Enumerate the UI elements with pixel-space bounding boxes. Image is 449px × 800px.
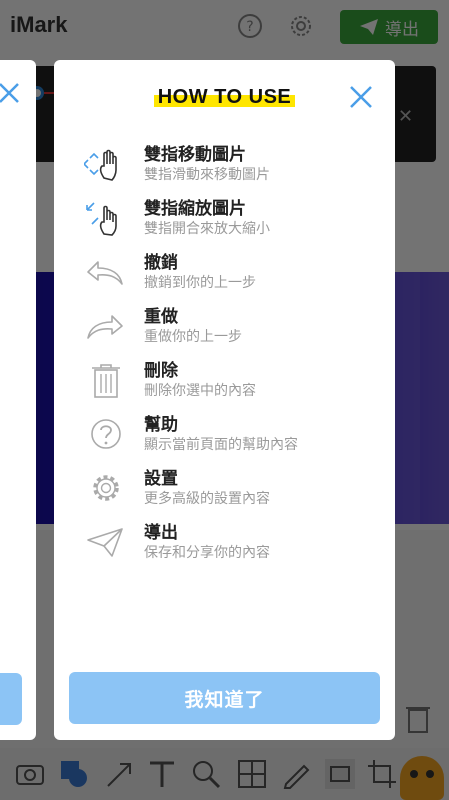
help-icon: [91, 419, 121, 449]
help-item-export: 導出 保存和分享你的內容: [84, 518, 374, 568]
close-icon[interactable]: [0, 82, 20, 104]
close-dialog-icon[interactable]: [348, 84, 374, 110]
gear-icon: [93, 475, 119, 501]
help-item-delete: 刪除 刪除你選中的內容: [84, 356, 374, 406]
help-item-undo: 撤銷 撤銷到你的上一步: [84, 248, 374, 298]
help-item-title: 雙指移動圖片: [144, 145, 246, 165]
help-item-desc: 顯示當前頁面的幫助內容: [144, 437, 298, 453]
help-item-title: 刪除: [144, 361, 178, 381]
help-item-redo: 重做 重做你的上一步: [84, 302, 374, 352]
help-item-title: 導出: [144, 523, 178, 543]
send-icon: [87, 528, 123, 557]
how-to-use-dialog: HOW TO USE 雙指移動圖片 雙指滑動來移動圖片 雙指縮放圖片 雙指開合來…: [54, 60, 395, 740]
previous-card-button[interactable]: [0, 673, 22, 725]
help-item-desc: 重做你的上一步: [144, 329, 242, 345]
redo-icon: [87, 315, 123, 339]
dialog-title: HOW TO USE: [54, 86, 395, 109]
help-item-desc: 刪除你選中的內容: [144, 383, 256, 399]
help-item-title: 設置: [144, 469, 178, 489]
help-item-title: 重做: [144, 307, 178, 327]
dialog-title-text: HOW TO USE: [153, 86, 296, 109]
help-item-title: 雙指縮放圖片: [144, 199, 246, 219]
help-item-zoom: 雙指縮放圖片 雙指開合來放大縮小: [84, 194, 374, 244]
help-item-title: 撤銷: [144, 253, 178, 273]
previous-help-card[interactable]: [0, 60, 36, 740]
help-item-desc: 更多高級的設置內容: [144, 491, 270, 507]
help-item-desc: 雙指開合來放大縮小: [144, 221, 270, 237]
help-item-settings: 設置 更多高級的設置內容: [84, 464, 374, 514]
help-item-desc: 雙指滑動來移動圖片: [144, 167, 270, 183]
confirm-button[interactable]: 我知道了: [69, 672, 380, 724]
help-item-desc: 撤銷到你的上一步: [144, 275, 256, 291]
help-item-move: 雙指移動圖片 雙指滑動來移動圖片: [84, 140, 374, 190]
two-finger-move-icon: [84, 149, 117, 181]
help-item-desc: 保存和分享你的內容: [144, 545, 270, 561]
help-item-title: 幫助: [144, 415, 178, 435]
trash-icon: [92, 364, 120, 398]
undo-icon: [87, 261, 123, 285]
two-finger-zoom-icon: [86, 202, 117, 236]
help-item-help: 幫助 顯示當前頁面的幫助內容: [84, 410, 374, 460]
